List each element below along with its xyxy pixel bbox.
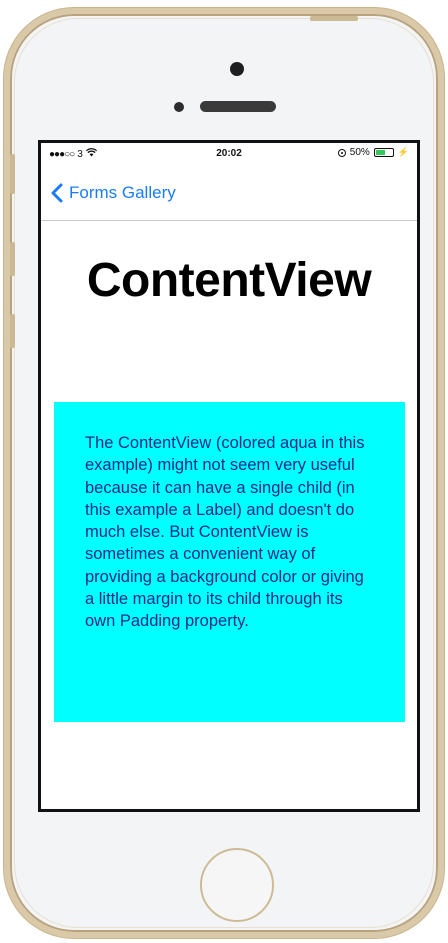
power-button — [310, 16, 358, 21]
earpiece-speaker — [200, 101, 276, 112]
page-title: ContentView — [86, 254, 372, 307]
home-button[interactable] — [200, 848, 274, 922]
phone-screen: ●●●○○ 3 20:02 50% ⚡ Forms Gallery Conten… — [38, 140, 420, 812]
front-camera — [230, 62, 244, 76]
content-label: The ContentView (colored aqua in this ex… — [85, 434, 365, 631]
rotation-lock-icon — [337, 148, 346, 157]
proximity-sensor — [174, 102, 184, 112]
charging-icon: ⚡ — [397, 147, 409, 157]
volume-down-button — [10, 314, 15, 348]
battery-fill — [375, 150, 385, 155]
battery-percent: 50% — [349, 147, 370, 158]
mute-switch — [10, 154, 15, 194]
back-button[interactable]: Forms Gallery — [51, 183, 176, 203]
content-view: The ContentView (colored aqua in this ex… — [54, 402, 405, 722]
status-bar: ●●●○○ 3 20:02 50% ⚡ — [41, 143, 417, 163]
back-button-label: Forms Gallery — [69, 183, 176, 202]
battery-icon — [373, 148, 394, 157]
volume-up-button — [10, 242, 15, 276]
status-right: 50% ⚡ — [337, 147, 409, 158]
chevron-left-icon — [51, 183, 63, 203]
navigation-bar: Forms Gallery — [41, 163, 417, 221]
